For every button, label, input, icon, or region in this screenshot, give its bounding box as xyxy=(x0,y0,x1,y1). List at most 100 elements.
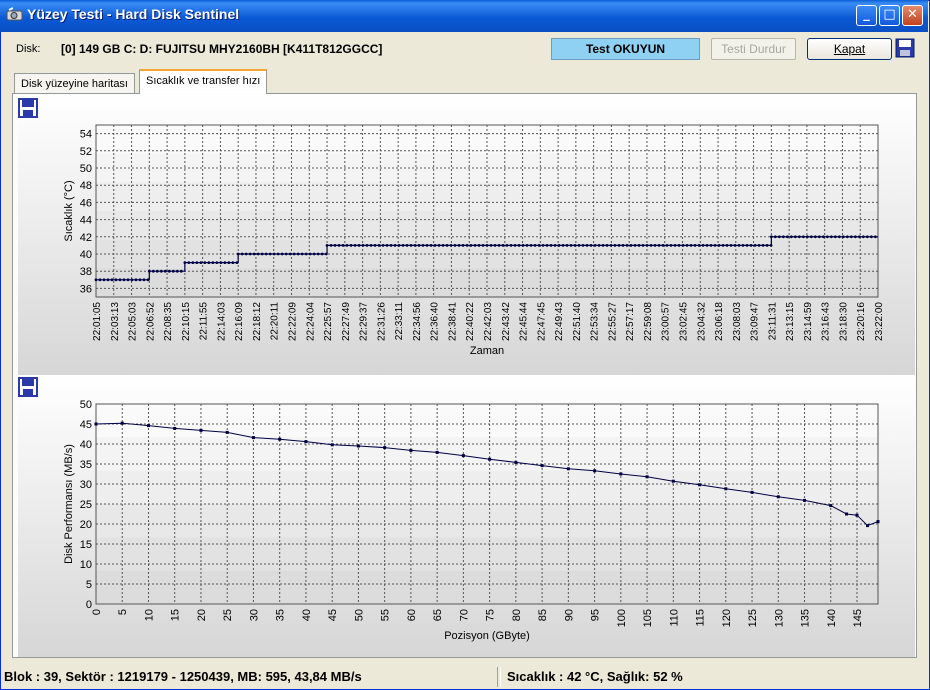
temperature-point xyxy=(725,244,729,247)
status-health-info: Sıcaklık : 42 °C, Sağlık: 52 % xyxy=(507,669,683,684)
floppy-disk-icon[interactable] xyxy=(18,98,38,118)
stop-test-button[interactable]: Testi Durdur xyxy=(711,38,796,60)
temperature-point xyxy=(645,244,649,247)
temperature-x-tick: 22:40:22 xyxy=(465,302,476,341)
floppy-disk-icon[interactable] xyxy=(18,377,38,397)
performance-point xyxy=(671,479,675,483)
temperature-point xyxy=(146,278,150,282)
temperature-x-tick: 22:45:44 xyxy=(519,302,530,341)
temperature-point xyxy=(260,252,264,256)
close-button[interactable]: Kapat xyxy=(807,38,892,60)
temperature-point xyxy=(825,235,829,239)
performance-y-tick: 30 xyxy=(80,479,92,491)
temperature-point xyxy=(761,244,765,247)
temperature-point xyxy=(777,235,781,239)
performance-point xyxy=(645,475,649,479)
temperature-point xyxy=(381,244,385,247)
temperature-y-tick: 54 xyxy=(80,129,92,141)
temperature-point xyxy=(505,244,509,247)
floppy-disk-icon[interactable] xyxy=(895,38,915,58)
temperature-x-tick: 22:18:12 xyxy=(252,302,263,341)
temperature-x-tick: 23:09:47 xyxy=(750,302,761,341)
temperature-point xyxy=(705,244,709,247)
temperature-point xyxy=(769,235,773,239)
performance-x-tick: 35 xyxy=(275,609,287,621)
performance-point xyxy=(146,424,150,428)
temperature-point xyxy=(227,261,231,264)
minimize-button[interactable]: _ xyxy=(856,5,877,26)
temperature-point xyxy=(477,244,481,247)
temperature-x-tick: 23:18:30 xyxy=(838,302,849,341)
maximize-button[interactable]: □ xyxy=(879,5,900,26)
temperature-point xyxy=(745,244,749,247)
temperature-x-tick: 23:06:18 xyxy=(714,302,725,341)
tab-surface-map[interactable]: Disk yüzeyine haritası xyxy=(14,73,135,93)
performance-x-tick: 45 xyxy=(327,609,339,621)
temperature-point xyxy=(248,252,252,256)
temperature-point xyxy=(501,244,505,247)
temperature-point xyxy=(733,244,737,247)
temperature-x-tick: 22:33:11 xyxy=(394,302,405,341)
temperature-point xyxy=(489,244,493,247)
read-test-button[interactable]: Test OKUYUN xyxy=(551,38,700,60)
temperature-point xyxy=(353,244,357,247)
performance-y-tick: 50 xyxy=(80,399,92,411)
temperature-point xyxy=(685,244,689,247)
temperature-point xyxy=(187,261,191,264)
temperature-point xyxy=(613,244,617,247)
temperature-point xyxy=(861,235,865,239)
temperature-point xyxy=(417,244,421,247)
performance-point xyxy=(173,426,177,430)
temperature-point xyxy=(272,252,276,256)
temperature-point xyxy=(581,244,585,247)
close-window-button[interactable]: ✕ xyxy=(902,5,923,26)
temperature-point xyxy=(845,235,849,239)
temperature-point xyxy=(565,244,569,247)
plot-band xyxy=(96,470,878,504)
performance-y-tick: 40 xyxy=(80,439,92,451)
temperature-point xyxy=(821,235,825,239)
temperature-point xyxy=(110,278,114,282)
temperature-point xyxy=(365,244,369,247)
temperature-point xyxy=(717,244,721,247)
performance-point xyxy=(829,504,833,508)
temperature-x-tick: 23:02:45 xyxy=(679,302,690,341)
temperature-point xyxy=(781,235,785,239)
temperature-x-tick: 22:42:03 xyxy=(483,302,494,341)
plot-band xyxy=(96,570,878,604)
temperature-x-tick: 22:25:57 xyxy=(323,302,334,341)
temperature-point xyxy=(805,235,809,239)
temperature-point xyxy=(142,278,146,282)
temperature-point xyxy=(681,244,685,247)
temperature-point xyxy=(837,235,841,239)
performance-point xyxy=(566,467,570,471)
temperature-point xyxy=(749,244,753,247)
temperature-point xyxy=(485,244,489,247)
temperature-point xyxy=(288,252,292,256)
temperature-point xyxy=(573,244,577,247)
performance-point xyxy=(619,472,623,476)
temperature-point xyxy=(609,244,613,247)
temperature-x-tick: 23:22:00 xyxy=(874,302,885,341)
temperature-y-tick: 50 xyxy=(80,163,92,175)
temperature-point xyxy=(179,269,183,273)
temperature-point xyxy=(721,244,725,247)
performance-x-tick: 85 xyxy=(537,609,549,621)
temperature-point xyxy=(231,261,235,264)
performance-x-tick: 65 xyxy=(432,609,444,621)
temperature-point xyxy=(673,244,677,247)
temperature-point xyxy=(421,244,425,247)
tab-temperature-transfer[interactable]: Sıcaklık ve transfer hızı xyxy=(139,69,268,94)
temperature-point xyxy=(473,244,477,247)
temperature-y-tick: 38 xyxy=(80,266,92,278)
performance-x-tick: 110 xyxy=(668,609,680,627)
temperature-point xyxy=(633,244,637,247)
temperature-point xyxy=(449,244,453,247)
temperature-point xyxy=(785,235,789,239)
performance-y-tick: 10 xyxy=(80,559,92,571)
temperature-point xyxy=(320,252,324,256)
performance-point xyxy=(225,430,229,434)
temperature-point xyxy=(849,235,853,239)
temperature-x-tick: 23:16:43 xyxy=(821,302,832,341)
performance-point xyxy=(199,428,203,432)
